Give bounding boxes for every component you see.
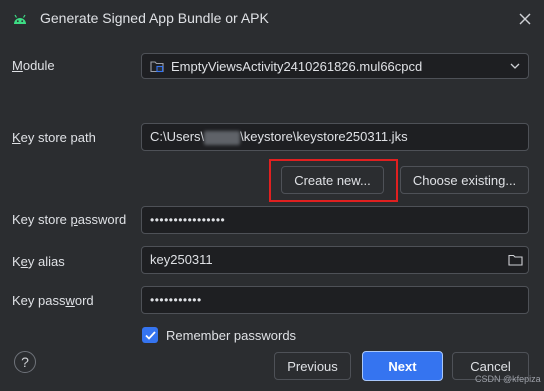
key-store-path-label: Key store path	[12, 130, 96, 145]
folder-icon[interactable]	[508, 254, 523, 266]
key-password-label: Key password	[12, 293, 94, 308]
key-alias-label: Key alias	[12, 254, 65, 269]
key-password-value: •••••••••••	[150, 293, 202, 307]
previous-button[interactable]: Previous	[274, 352, 351, 380]
close-button[interactable]	[514, 8, 536, 30]
key-store-path-input[interactable]: C:\Users\ \keystore\keystore250311.jks	[141, 123, 529, 151]
chevron-down-icon	[510, 63, 520, 69]
module-folder-icon	[150, 61, 164, 73]
key-alias-value: key250311	[150, 252, 213, 267]
window-title: Generate Signed App Bundle or APK	[40, 10, 269, 26]
module-label: Module	[12, 58, 55, 73]
key-store-password-label: Key store password	[12, 212, 127, 227]
help-button[interactable]: ?	[14, 351, 36, 373]
key-store-password-input[interactable]: ••••••••••••••••	[141, 206, 529, 234]
redacted-username	[204, 130, 241, 145]
title-bar: Generate Signed App Bundle or APK	[0, 0, 544, 38]
module-value: EmptyViewsActivity2410261826.mul66cpcd	[171, 59, 423, 74]
key-store-password-value: ••••••••••••••••	[150, 213, 226, 227]
remember-passwords-label[interactable]: Remember passwords	[166, 328, 296, 343]
key-store-path-prefix: C:\Users\	[150, 129, 205, 144]
key-store-path-suffix: \keystore\keystore250311.jks	[240, 129, 408, 144]
remember-passwords-checkbox[interactable]	[142, 327, 158, 343]
next-button[interactable]: Next	[362, 351, 443, 381]
choose-existing-button[interactable]: Choose existing...	[400, 166, 529, 194]
close-icon	[519, 13, 531, 25]
module-select[interactable]: EmptyViewsActivity2410261826.mul66cpcd	[141, 53, 529, 79]
android-icon	[14, 14, 26, 24]
key-password-input[interactable]: •••••••••••	[141, 286, 529, 314]
key-alias-input[interactable]: key250311	[141, 246, 529, 274]
create-new-button[interactable]: Create new...	[281, 166, 384, 194]
watermark: CSDN @kfepiza	[475, 374, 541, 384]
checkmark-icon	[144, 330, 156, 340]
